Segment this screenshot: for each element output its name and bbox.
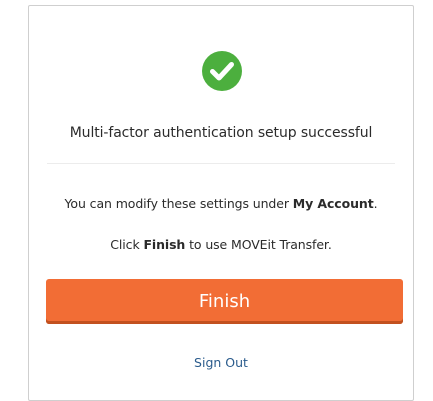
success-check-icon bbox=[202, 51, 242, 91]
finish-text-prefix: Click bbox=[110, 237, 144, 252]
sign-out-link[interactable]: Sign Out bbox=[29, 355, 413, 371]
my-account-label: My Account bbox=[292, 196, 374, 211]
divider bbox=[47, 163, 395, 164]
modify-text-suffix: . bbox=[373, 196, 378, 211]
modify-settings-text: You can modify these settings under My A… bbox=[29, 196, 413, 212]
mfa-success-panel: Multi-factor authentication setup succes… bbox=[28, 5, 414, 401]
modify-text-prefix: You can modify these settings under bbox=[64, 196, 293, 211]
finish-text-suffix: to use MOVEit Transfer. bbox=[185, 237, 332, 252]
finish-instruction-text: Click Finish to use MOVEit Transfer. bbox=[29, 237, 413, 253]
finish-button[interactable]: Finish bbox=[46, 279, 403, 324]
setup-success-title: Multi-factor authentication setup succes… bbox=[69, 125, 373, 141]
finish-keyword: Finish bbox=[143, 237, 186, 252]
